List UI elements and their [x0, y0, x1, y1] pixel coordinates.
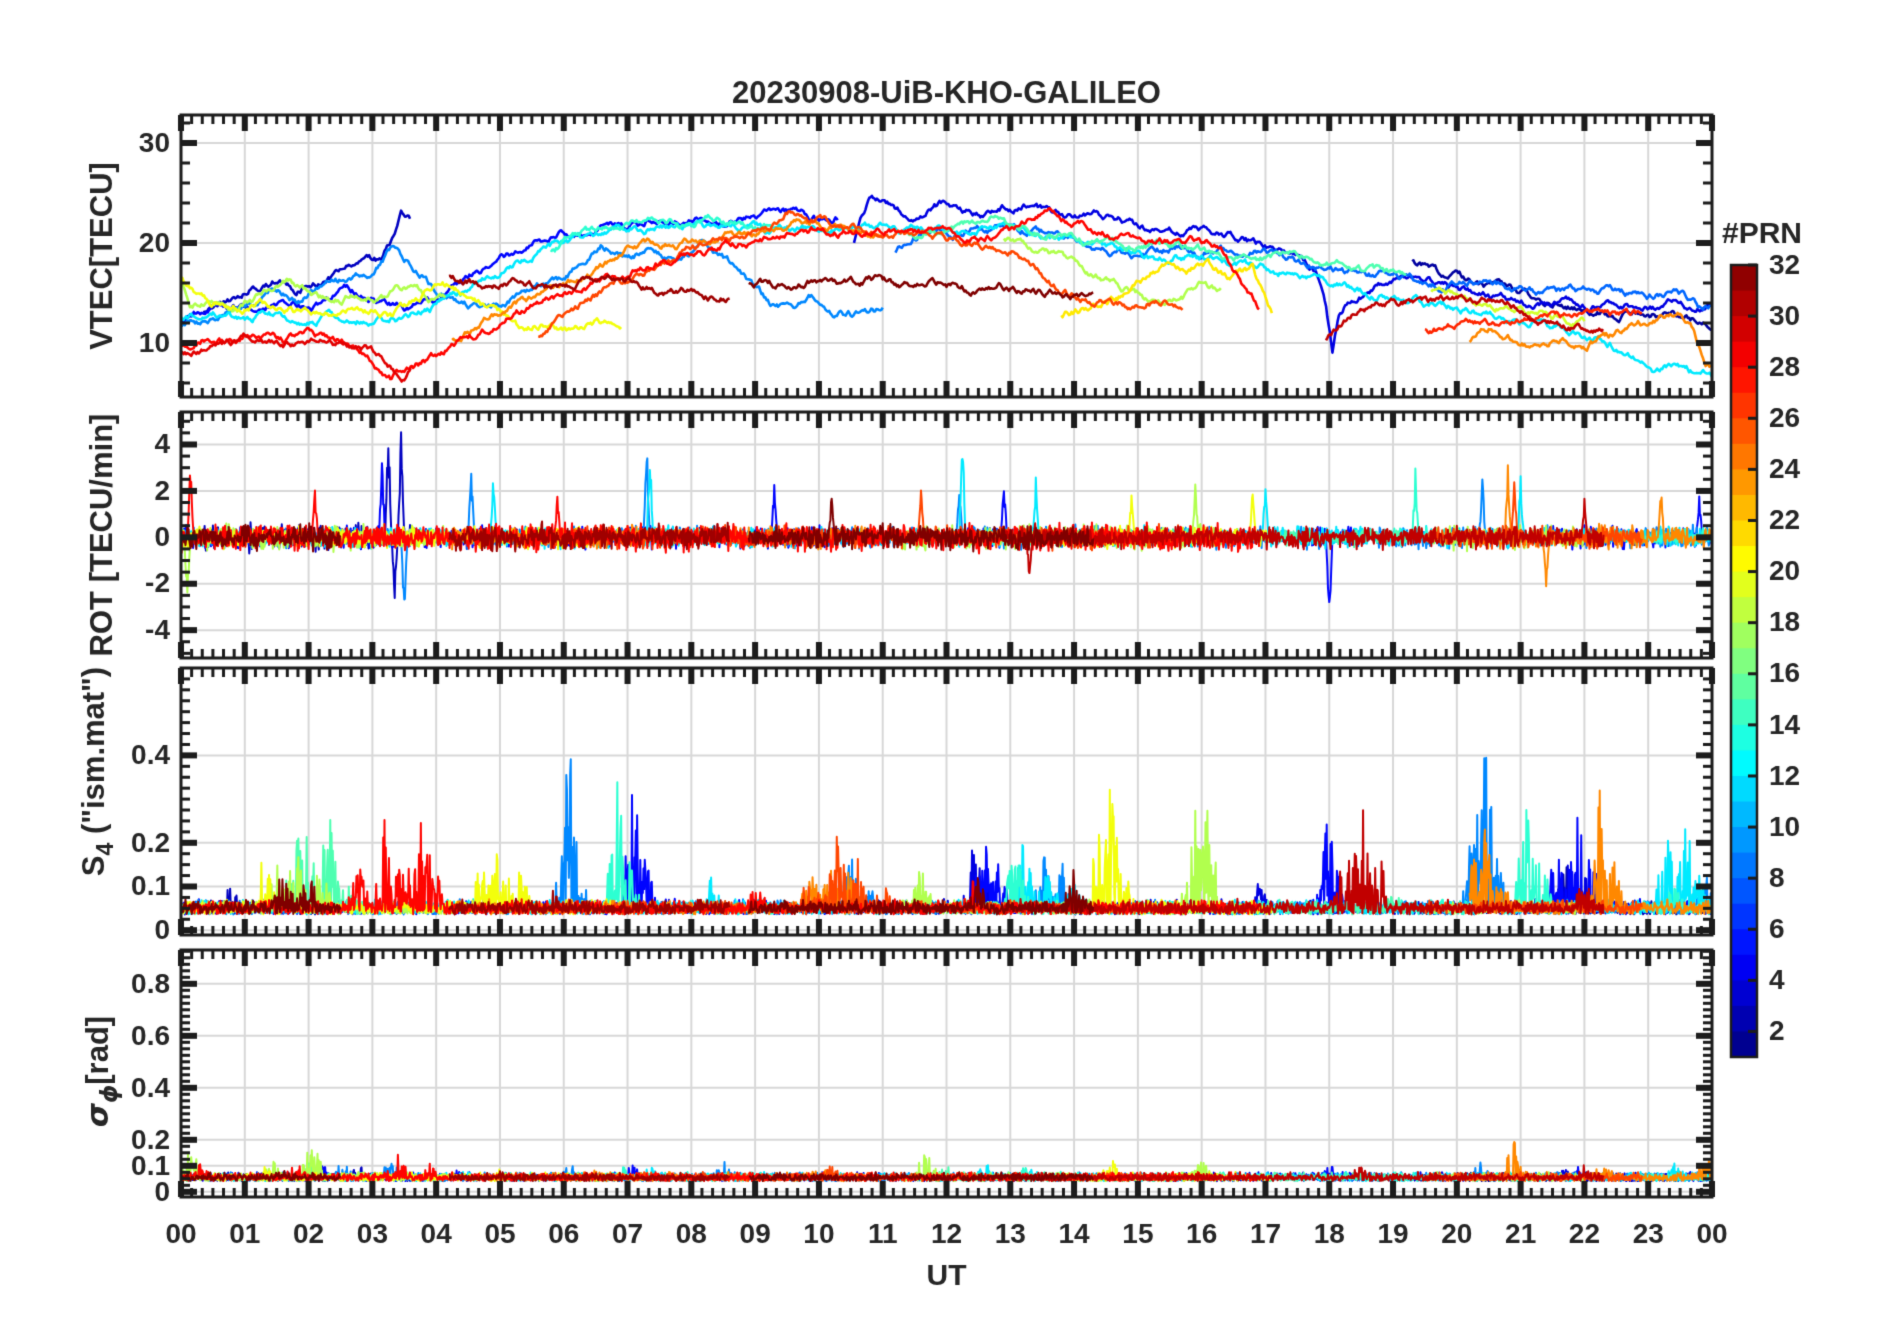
- figure: 20230908-UiB-KHO-GALILEO: [0, 0, 1902, 1330]
- chart-canvas: [0, 0, 1902, 1330]
